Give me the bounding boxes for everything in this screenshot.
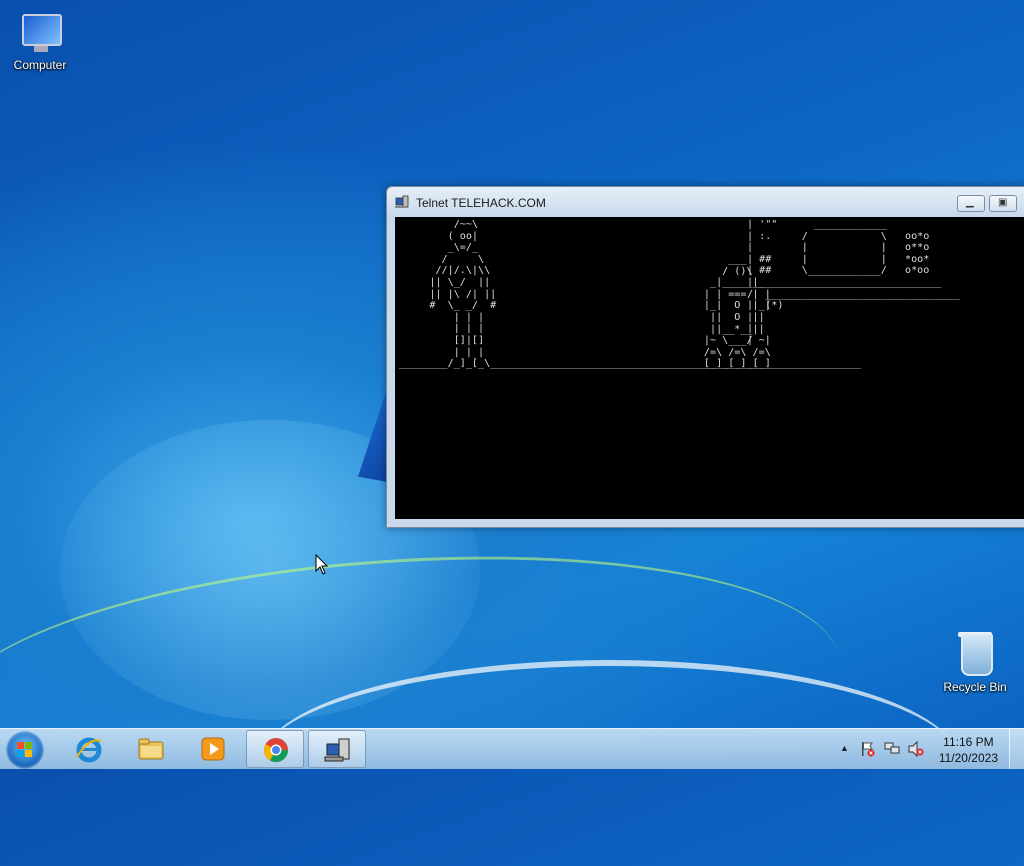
recycle-bin-icon xyxy=(951,630,999,678)
start-button[interactable] xyxy=(6,731,44,769)
system-tray: ▲ 11:16 PM 11/20/2023 xyxy=(834,729,1024,769)
volume-muted-icon[interactable] xyxy=(908,741,924,757)
maximize-icon: ▣ xyxy=(998,197,1008,208)
taskbar-chrome[interactable] xyxy=(246,730,304,768)
show-hidden-icons-button[interactable]: ▲ xyxy=(840,743,849,753)
mouse-cursor-icon xyxy=(315,554,329,575)
desktop-icon-label: Computer xyxy=(13,58,67,72)
telnet-console[interactable]: /~~\ ( oo| _\=/_ / \ //|/.\|\\ || \_/ ||… xyxy=(395,217,1024,519)
folder-icon xyxy=(138,738,164,760)
maximize-button[interactable]: ▣ xyxy=(989,195,1017,212)
desktop-icon-recycle-bin[interactable]: Recycle Bin xyxy=(935,630,1015,694)
internet-explorer-icon xyxy=(76,737,102,763)
desktop-icon-label: Recycle Bin xyxy=(943,680,1007,694)
window-titlebar[interactable]: Telnet TELEHACK.COM ▁ ▣ xyxy=(387,187,1024,217)
clock-date: 11/20/2023 xyxy=(938,751,998,765)
windows-start-icon xyxy=(17,742,32,757)
window-title: Telnet TELEHACK.COM xyxy=(416,196,546,210)
taskbar-file-explorer[interactable] xyxy=(122,730,180,768)
telnet-icon xyxy=(324,738,350,762)
taskbar-internet-explorer[interactable] xyxy=(60,730,118,768)
clock[interactable]: 11:16 PM 11/20/2023 xyxy=(939,734,998,766)
taskbar: ▲ 11:16 PM 11/20/2023 xyxy=(0,728,1024,769)
telnet-icon xyxy=(395,195,409,208)
minimize-button[interactable]: ▁ xyxy=(957,195,985,212)
taskbar-telnet[interactable] xyxy=(308,730,366,768)
desktop-icon-computer[interactable]: Computer xyxy=(0,8,80,72)
console-art-ship: | '"" ____________ | :. / \ oo*o | | | o… xyxy=(747,219,960,346)
taskbar-media-player[interactable] xyxy=(184,730,242,768)
minimize-icon: ▁ xyxy=(966,197,974,208)
network-icon[interactable] xyxy=(884,741,900,757)
media-player-icon xyxy=(201,737,225,761)
telnet-window[interactable]: Telnet TELEHACK.COM ▁ ▣ /~~\ ( oo| _\=/_… xyxy=(386,186,1024,528)
computer-icon xyxy=(16,8,64,56)
chrome-icon xyxy=(263,738,288,763)
clock-time: 11:16 PM xyxy=(943,735,994,749)
action-center-flag-icon[interactable] xyxy=(860,741,876,757)
show-desktop-button[interactable] xyxy=(1009,729,1024,769)
